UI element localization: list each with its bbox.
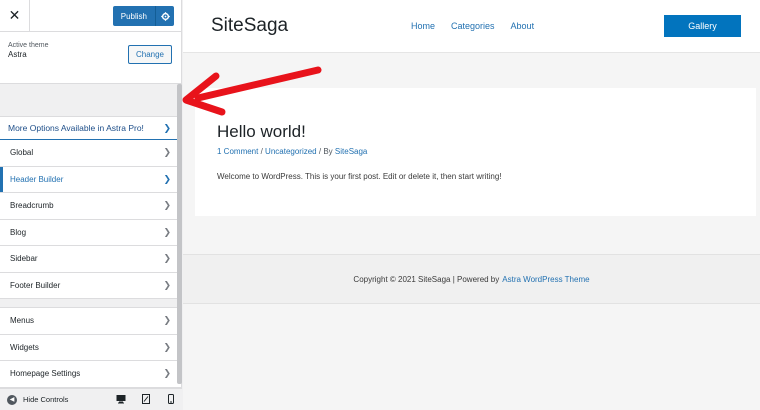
tablet-preview-icon[interactable] bbox=[141, 394, 151, 404]
sidebar-item-label: Widgets bbox=[10, 342, 39, 352]
chevron-right-icon: ❯ bbox=[163, 122, 171, 133]
sidebar-item-global[interactable]: Global ❯ bbox=[0, 140, 181, 167]
sidebar-item-label: Menus bbox=[10, 316, 35, 326]
nav-item-home[interactable]: Home bbox=[411, 21, 435, 31]
chevron-right-icon: ❯ bbox=[163, 200, 171, 211]
chevron-right-icon: ❯ bbox=[163, 279, 171, 290]
sidebar-item-label: Header Builder bbox=[10, 174, 64, 184]
close-icon: ✕ bbox=[8, 7, 21, 23]
publish-settings-button[interactable] bbox=[156, 6, 174, 26]
post-category-link[interactable]: Uncategorized bbox=[265, 147, 317, 156]
gear-icon bbox=[160, 11, 170, 21]
footer-copyright: Copyright © 2021 SiteSaga | Powered by bbox=[353, 274, 500, 284]
close-customizer-button[interactable]: ✕ bbox=[0, 0, 30, 31]
customizer-sidebar: ✕ Publish Active theme Astra Change More… bbox=[0, 0, 182, 410]
publish-button[interactable]: Publish bbox=[112, 6, 156, 26]
section-gap bbox=[0, 299, 181, 308]
sidebar-item-label: Blog bbox=[10, 227, 27, 237]
post-title[interactable]: Hello world! bbox=[217, 122, 734, 142]
sidebar-header: ✕ Publish bbox=[0, 0, 181, 32]
sidebar-item-label: Sidebar bbox=[10, 254, 38, 264]
sidebar-scrollbar[interactable] bbox=[177, 84, 182, 384]
site-footer: Copyright © 2021 SiteSaga | Powered by A… bbox=[183, 254, 760, 304]
sidebar-footer: ◀ Hide Controls bbox=[0, 388, 182, 410]
post-meta: 1 Comment / Uncategorized / By SiteSaga bbox=[217, 147, 734, 156]
chevron-right-icon: ❯ bbox=[163, 253, 171, 264]
sidebar-item-astra-pro[interactable]: More Options Available in Astra Pro! ❯ bbox=[0, 116, 181, 140]
device-preview-toggles bbox=[116, 394, 176, 404]
active-theme-panel: Active theme Astra Change bbox=[0, 32, 181, 84]
sidebar-item-blog[interactable]: Blog ❯ bbox=[0, 219, 181, 246]
publish-group: Publish bbox=[112, 6, 174, 26]
primary-nav: Home Categories About bbox=[411, 21, 534, 31]
mobile-preview-icon[interactable] bbox=[166, 394, 176, 404]
chevron-right-icon: ❯ bbox=[163, 315, 171, 326]
nav-item-categories[interactable]: Categories bbox=[451, 21, 495, 31]
sidebar-item-label: Footer Builder bbox=[10, 280, 61, 290]
sidebar-item-label: More Options Available in Astra Pro! bbox=[8, 123, 144, 133]
sidebar-menu-primary: Global ❯ Header Builder ❯ Breadcrumb ❯ Blog ❯ Si… bbox=[0, 140, 181, 299]
sidebar-item-breadcrumb[interactable]: Breadcrumb ❯ bbox=[0, 193, 181, 220]
chevron-right-icon: ❯ bbox=[163, 368, 171, 379]
site-title[interactable]: SiteSaga bbox=[211, 15, 288, 37]
sidebar-item-widgets[interactable]: Widgets ❯ bbox=[0, 334, 181, 361]
sidebar-item-sidebar[interactable]: Sidebar ❯ bbox=[0, 246, 181, 273]
gallery-button[interactable]: Gallery bbox=[664, 15, 741, 37]
sidebar-item-homepage-settings[interactable]: Homepage Settings ❯ bbox=[0, 361, 181, 388]
footer-theme-link[interactable]: Astra WordPress Theme bbox=[502, 275, 589, 284]
sidebar-item-menus[interactable]: Menus ❯ bbox=[0, 308, 181, 335]
chevron-right-icon: ❯ bbox=[163, 147, 171, 158]
post-author-link[interactable]: SiteSaga bbox=[335, 147, 367, 156]
post-comments-link[interactable]: 1 Comment bbox=[217, 147, 258, 156]
chevron-right-icon: ❯ bbox=[163, 173, 171, 184]
desktop-preview-icon[interactable] bbox=[116, 394, 126, 404]
post-excerpt: Welcome to WordPress. This is your first… bbox=[217, 172, 502, 181]
hide-controls-icon[interactable]: ◀ bbox=[7, 394, 17, 405]
annotation-arrow-icon bbox=[182, 66, 322, 116]
sidebar-item-header-builder[interactable]: Header Builder ❯ bbox=[0, 166, 181, 193]
hide-controls-button[interactable]: Hide Controls bbox=[23, 395, 68, 404]
chevron-right-icon: ❯ bbox=[163, 341, 171, 352]
site-header: SiteSaga Home Categories About Gallery bbox=[183, 0, 760, 53]
sidebar-item-label: Breadcrumb bbox=[10, 201, 54, 211]
change-theme-button[interactable]: Change bbox=[127, 45, 172, 64]
sidebar-item-footer-builder[interactable]: Footer Builder ❯ bbox=[0, 272, 181, 299]
post-by-label: By bbox=[323, 147, 333, 156]
chevron-right-icon: ❯ bbox=[163, 226, 171, 237]
sidebar-item-label: Global bbox=[10, 148, 34, 158]
nav-item-about[interactable]: About bbox=[511, 21, 535, 31]
sidebar-item-label: Homepage Settings bbox=[10, 369, 81, 379]
